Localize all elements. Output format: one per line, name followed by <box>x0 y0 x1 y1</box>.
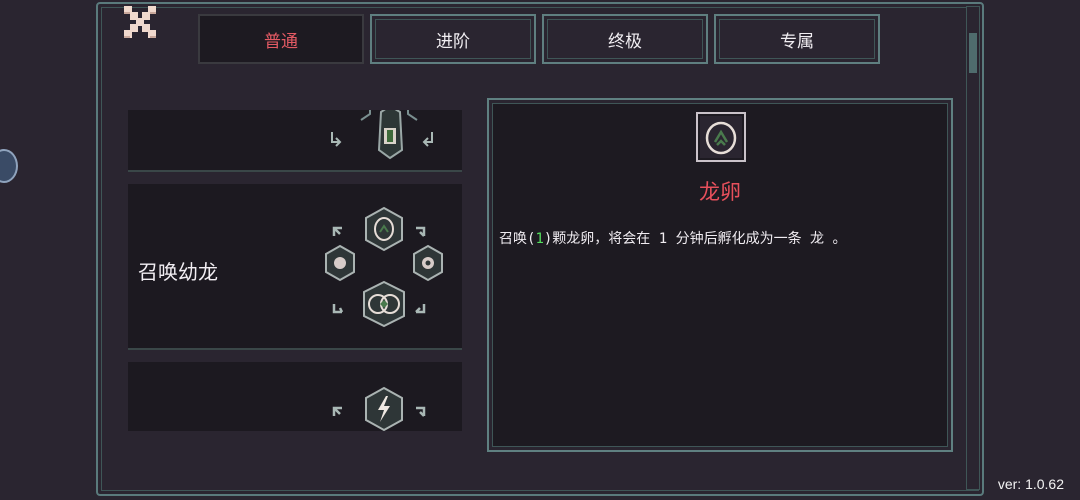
close-icon <box>124 6 156 38</box>
tab-label: 普通 <box>264 31 298 52</box>
tab-label: 进阶 <box>436 31 470 52</box>
tab-ultimate[interactable]: 终极 <box>542 14 708 64</box>
skill-card[interactable] <box>128 110 462 172</box>
tab-label: 专属 <box>780 31 814 52</box>
detail-description: 召唤(1)颗龙卵，将会在 1 分钟后孵化成为一条 龙 。 <box>499 228 846 248</box>
detail-desc-suffix: )颗龙卵，将会在 1 分钟后孵化成为一条 龙 。 <box>543 231 847 247</box>
detail-title: 龙卵 <box>699 180 741 204</box>
tab-label: 终极 <box>608 31 642 52</box>
skill-tree-icon <box>331 110 433 160</box>
side-menu-orb[interactable] <box>0 149 18 183</box>
scrollbar-thumb[interactable] <box>969 33 977 73</box>
skill-card[interactable] <box>128 362 462 431</box>
tab-normal[interactable]: 普通 <box>198 14 364 64</box>
skill-card[interactable]: 召唤幼龙 <box>128 184 462 350</box>
scrollbar[interactable] <box>966 6 980 490</box>
detail-desc-prefix: 召唤( <box>499 231 536 247</box>
skill-detail-panel: 龙卵 召唤(1)颗龙卵，将会在 1 分钟后孵化成为一条 龙 。 <box>487 98 953 452</box>
dragon-egg-icon <box>696 112 746 162</box>
skill-list[interactable]: 召唤幼龙 <box>128 110 462 431</box>
detail-desc-highlight: 1 <box>535 231 544 247</box>
tab-advanced[interactable]: 进阶 <box>370 14 536 64</box>
tab-exclusive[interactable]: 专属 <box>714 14 880 64</box>
skill-card-title: 召唤幼龙 <box>138 260 218 284</box>
close-button[interactable] <box>120 4 160 42</box>
version-label: ver: 1.0.62 <box>997 476 1064 492</box>
skill-tree-icon <box>332 386 426 431</box>
skill-tree-icon <box>325 206 443 328</box>
